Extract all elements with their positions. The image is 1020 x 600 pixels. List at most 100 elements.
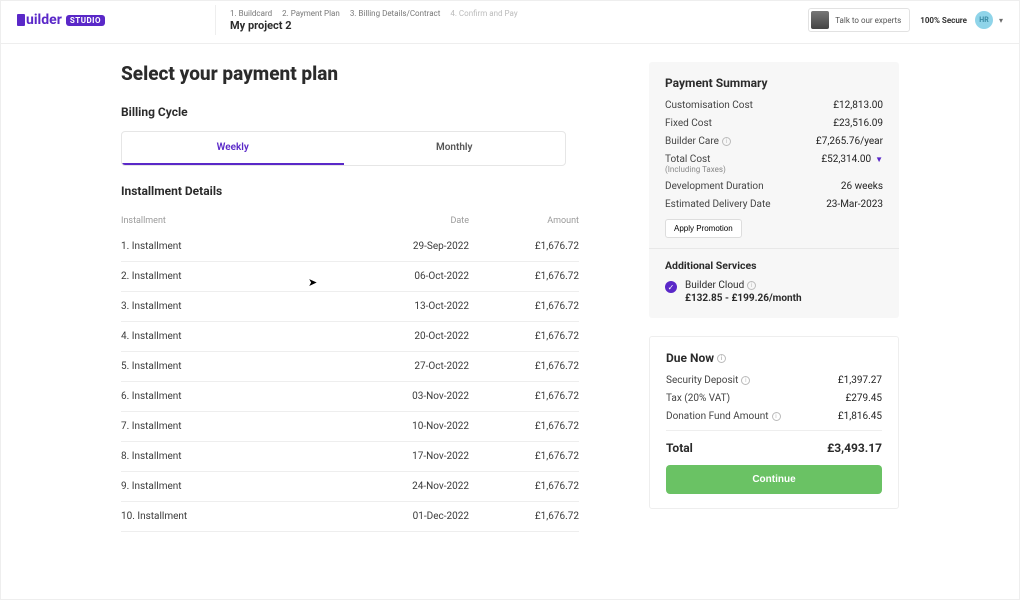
talk-to-experts-button[interactable]: Talk to our experts [808,8,910,32]
installment-name: 2. Installment [121,271,359,282]
installment-date: 27-Oct-2022 [359,361,469,372]
due-tax-label: Tax (20% VAT) [666,393,730,404]
payment-summary-title: Payment Summary [665,76,883,90]
summary-duration-value: 26 weeks [841,181,883,192]
table-row: 10. Installment01-Dec-2022£1,676.72 [121,502,579,532]
installment-amount: £1,676.72 [469,361,579,372]
apply-promotion-button[interactable]: Apply Promotion [665,219,742,238]
info-icon[interactable]: i [741,376,750,385]
due-deposit-value: £1,397.27 [838,375,882,386]
summary-total-value[interactable]: £52,314.00▼ [821,154,883,174]
table-row: 6. Installment03-Nov-2022£1,676.72 [121,382,579,412]
installment-date: 29-Sep-2022 [359,241,469,252]
table-row: 3. Installment13-Oct-2022£1,676.72 [121,292,579,322]
installment-amount: £1,676.72 [469,421,579,432]
installment-name: 1. Installment [121,241,359,252]
due-tax-value: £279.45 [845,393,882,404]
due-donation-label: Donation Fund Amounti [666,411,781,422]
info-icon[interactable]: i [772,412,781,421]
table-row: 5. Installment27-Oct-2022£1,676.72 [121,352,579,382]
table-row: 1. Installment29-Sep-2022£1,676.72 [121,232,579,262]
summary-duration-label: Development Duration [665,181,764,192]
installment-name: 10. Installment [121,511,359,522]
vertical-divider [215,5,216,35]
summary-delivery-label: Estimated Delivery Date [665,199,771,210]
installment-name: 9. Installment [121,481,359,492]
top-bar: uilder STUDIO 1. Buildcard 2. Payment Pl… [1,1,1019,43]
col-date: Date [359,216,469,226]
installment-table-body: 1. Installment29-Sep-2022£1,676.722. Ins… [121,232,579,532]
installment-name: 7. Installment [121,421,359,432]
breadcrumb-step-2[interactable]: 2. Payment Plan [282,9,340,18]
table-row: 2. Installment06-Oct-2022£1,676.72 [121,262,579,292]
due-total-label: Total [666,441,693,455]
additional-services-title: Additional Services [665,259,883,272]
installment-amount: £1,676.72 [469,331,579,342]
billing-cycle-tabs: Weekly Monthly [121,131,566,166]
installment-name: 6. Installment [121,391,359,402]
service-price: £132.85 - £199.26/month [685,293,802,304]
installment-date: 17-Nov-2022 [359,451,469,462]
brand-logo[interactable]: uilder STUDIO [17,12,105,28]
due-total-value: £3,493.17 [827,441,882,455]
installment-amount: £1,676.72 [469,511,579,522]
installment-date: 06-Oct-2022 [359,271,469,282]
info-icon[interactable]: i [747,281,756,290]
billing-cycle-label: Billing Cycle [121,105,579,119]
installment-details-label: Installment Details [121,184,579,198]
checkmark-icon[interactable]: ✓ [665,281,677,293]
installment-date: 03-Nov-2022 [359,391,469,402]
installment-amount: £1,676.72 [469,301,579,312]
installment-name: 4. Installment [121,331,359,342]
user-avatar[interactable]: HR [975,11,993,29]
tab-monthly[interactable]: Monthly [344,132,566,165]
installment-name: 8. Installment [121,451,359,462]
installment-name: 5. Installment [121,361,359,372]
tab-weekly[interactable]: Weekly [122,132,344,165]
installment-date: 10-Nov-2022 [359,421,469,432]
summary-care-label: Builder Carei [665,136,731,147]
secure-badge: 100% Secure [920,16,967,25]
logo-mark-icon [17,14,25,26]
summary-customisation-label: Customisation Cost [665,100,753,111]
due-donation-value: £1,816.45 [838,411,882,422]
breadcrumb: 1. Buildcard 2. Payment Plan 3. Billing … [230,9,526,18]
info-icon[interactable]: i [722,137,731,146]
installment-amount: £1,676.72 [469,391,579,402]
breadcrumb-block: 1. Buildcard 2. Payment Plan 3. Billing … [230,9,526,32]
due-now-panel: Due Nowi Security Depositi £1,397.27 Tax … [649,336,899,509]
breadcrumb-step-1[interactable]: 1. Buildcard [230,9,272,18]
user-menu-caret-icon[interactable]: ▾ [999,16,1003,25]
experts-label: Talk to our experts [835,16,901,25]
project-name: My project 2 [230,19,526,32]
service-name: Builder Cloudi [685,280,802,291]
table-row: 8. Installment17-Nov-2022£1,676.72 [121,442,579,472]
expert-avatar-icon [811,11,829,29]
installment-date: 20-Oct-2022 [359,331,469,342]
due-now-title: Due Nowi [666,351,882,365]
info-icon[interactable]: i [717,354,726,363]
installment-table-header: Installment Date Amount [121,210,579,232]
table-row: 7. Installment10-Nov-2022£1,676.72 [121,412,579,442]
due-deposit-label: Security Depositi [666,375,750,386]
installment-amount: £1,676.72 [469,241,579,252]
installment-amount: £1,676.72 [469,271,579,282]
summary-delivery-value: 23-Mar-2023 [826,199,883,210]
installment-date: 01-Dec-2022 [359,511,469,522]
continue-button[interactable]: Continue [666,465,882,494]
service-builder-cloud[interactable]: ✓ Builder Cloudi £132.85 - £199.26/month [665,280,883,304]
summary-fixed-value: £23,516.09 [833,118,883,129]
installment-amount: £1,676.72 [469,481,579,492]
summary-fixed-label: Fixed Cost [665,118,712,129]
summary-total-label: Total Cost(Including Taxes) [665,154,726,174]
summary-care-value: £7,265.76/year [816,136,883,147]
brand-badge: STUDIO [66,15,105,26]
summary-customisation-value: £12,813.00 [833,100,883,111]
payment-summary-panel: Payment Summary Customisation Cost £12,81… [649,62,899,318]
breadcrumb-step-3[interactable]: 3. Billing Details/Contract [350,9,441,18]
installment-date: 24-Nov-2022 [359,481,469,492]
total-expand-icon: ▼ [875,155,883,164]
installment-date: 13-Oct-2022 [359,301,469,312]
table-row: 4. Installment20-Oct-2022£1,676.72 [121,322,579,352]
col-amount: Amount [469,216,579,226]
